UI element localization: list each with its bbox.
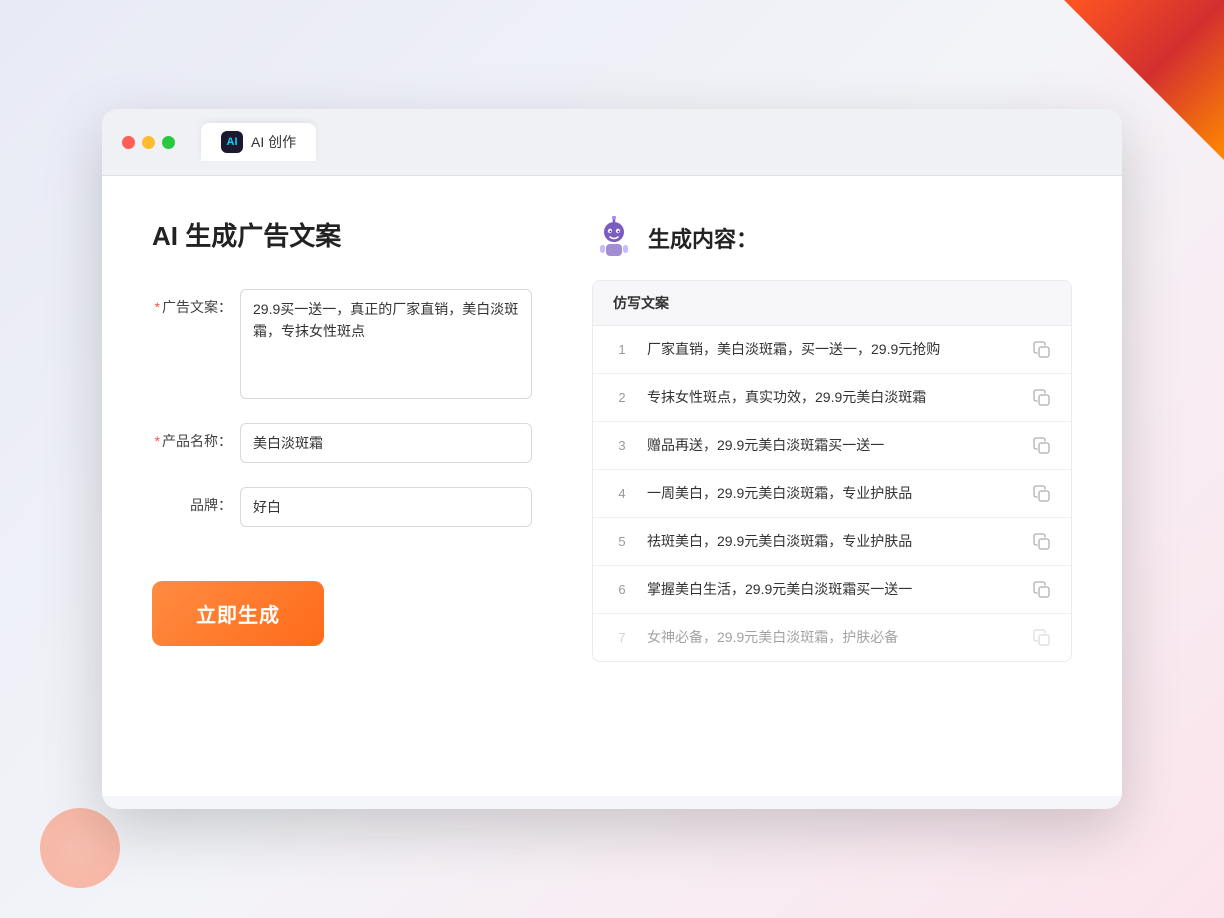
product-name-label: *产品名称： (152, 423, 232, 451)
ad-copy-input[interactable] (240, 289, 532, 399)
product-name-input[interactable] (240, 423, 532, 463)
copy-icon[interactable] (1033, 581, 1051, 599)
copy-icon[interactable] (1033, 629, 1051, 647)
main-content: AI 生成广告文案 *广告文案： *产品名称： 品牌： 立即生成 (102, 176, 1122, 796)
generate-button[interactable]: 立即生成 (152, 581, 324, 646)
right-panel: 生成内容： 仿写文案 1 厂家直销，美白淡斑霜，买一送一，29.9元抢购 2 专抹女… (592, 216, 1072, 756)
brand-label: 品牌： (152, 487, 232, 515)
copy-icon[interactable] (1033, 485, 1051, 503)
table-row: 3 赠品再送，29.9元美白淡斑霜买一送一 (593, 422, 1071, 470)
ai-tab-icon: AI (221, 131, 243, 153)
row-number: 3 (613, 438, 631, 453)
row-number: 1 (613, 342, 631, 357)
table-row: 6 掌握美白生活，29.9元美白淡斑霜买一送一 (593, 566, 1071, 614)
left-panel: AI 生成广告文案 *广告文案： *产品名称： 品牌： 立即生成 (152, 216, 532, 756)
page-title: AI 生成广告文案 (152, 216, 532, 253)
result-table-header: 仿写文案 (593, 281, 1071, 326)
row-text: 厂家直销，美白淡斑霜，买一送一，29.9元抢购 (647, 339, 1017, 360)
titlebar: AI AI 创作 (102, 109, 1122, 176)
ad-copy-label: *广告文案： (152, 289, 232, 317)
result-rows: 1 厂家直销，美白淡斑霜，买一送一，29.9元抢购 2 专抹女性斑点，真实功效，29… (593, 326, 1071, 661)
row-text: 专抹女性斑点，真实功效，29.9元美白淡斑霜 (647, 387, 1017, 408)
brand-input[interactable] (240, 487, 532, 527)
result-header: 生成内容： (592, 216, 1072, 260)
result-title: 生成内容： (648, 222, 758, 254)
row-number: 2 (613, 390, 631, 405)
ai-icon-text: AI (227, 136, 238, 148)
copy-icon[interactable] (1033, 437, 1051, 455)
minimize-button[interactable] (142, 136, 155, 149)
row-text: 祛斑美白，29.9元美白淡斑霜，专业护肤品 (647, 531, 1017, 552)
row-number: 6 (613, 582, 631, 597)
row-text: 掌握美白生活，29.9元美白淡斑霜买一送一 (647, 579, 1017, 600)
result-table: 仿写文案 1 厂家直销，美白淡斑霜，买一送一，29.9元抢购 2 专抹女性斑点，真实… (592, 280, 1072, 662)
row-number: 4 (613, 486, 631, 501)
row-text: 女神必备，29.9元美白淡斑霜，护肤必备 (647, 627, 1017, 648)
tab-label: AI 创作 (251, 132, 296, 152)
close-button[interactable] (122, 136, 135, 149)
app-window: AI AI 创作 AI 生成广告文案 *广告文案： *产品名称： (102, 109, 1122, 809)
table-row: 2 专抹女性斑点，真实功效，29.9元美白淡斑霜 (593, 374, 1071, 422)
ad-copy-row: *广告文案： (152, 289, 532, 399)
tab-ai-creation[interactable]: AI AI 创作 (201, 123, 316, 161)
copy-icon[interactable] (1033, 341, 1051, 359)
table-row: 1 厂家直销，美白淡斑霜，买一送一，29.9元抢购 (593, 326, 1071, 374)
row-number: 7 (613, 630, 631, 645)
table-row: 4 一周美白，29.9元美白淡斑霜，专业护肤品 (593, 470, 1071, 518)
row-number: 5 (613, 534, 631, 549)
row-text: 赠品再送，29.9元美白淡斑霜买一送一 (647, 435, 1017, 456)
ad-copy-required-star: * (155, 299, 160, 315)
copy-icon[interactable] (1033, 389, 1051, 407)
brand-row: 品牌： (152, 487, 532, 527)
table-row: 7 女神必备，29.9元美白淡斑霜，护肤必备 (593, 614, 1071, 661)
copy-icon[interactable] (1033, 533, 1051, 551)
row-text: 一周美白，29.9元美白淡斑霜，专业护肤品 (647, 483, 1017, 504)
traffic-lights (122, 136, 175, 149)
table-row: 5 祛斑美白，29.9元美白淡斑霜，专业护肤品 (593, 518, 1071, 566)
bot-icon (592, 216, 636, 260)
product-name-row: *产品名称： (152, 423, 532, 463)
maximize-button[interactable] (162, 136, 175, 149)
product-required-star: * (155, 433, 160, 449)
